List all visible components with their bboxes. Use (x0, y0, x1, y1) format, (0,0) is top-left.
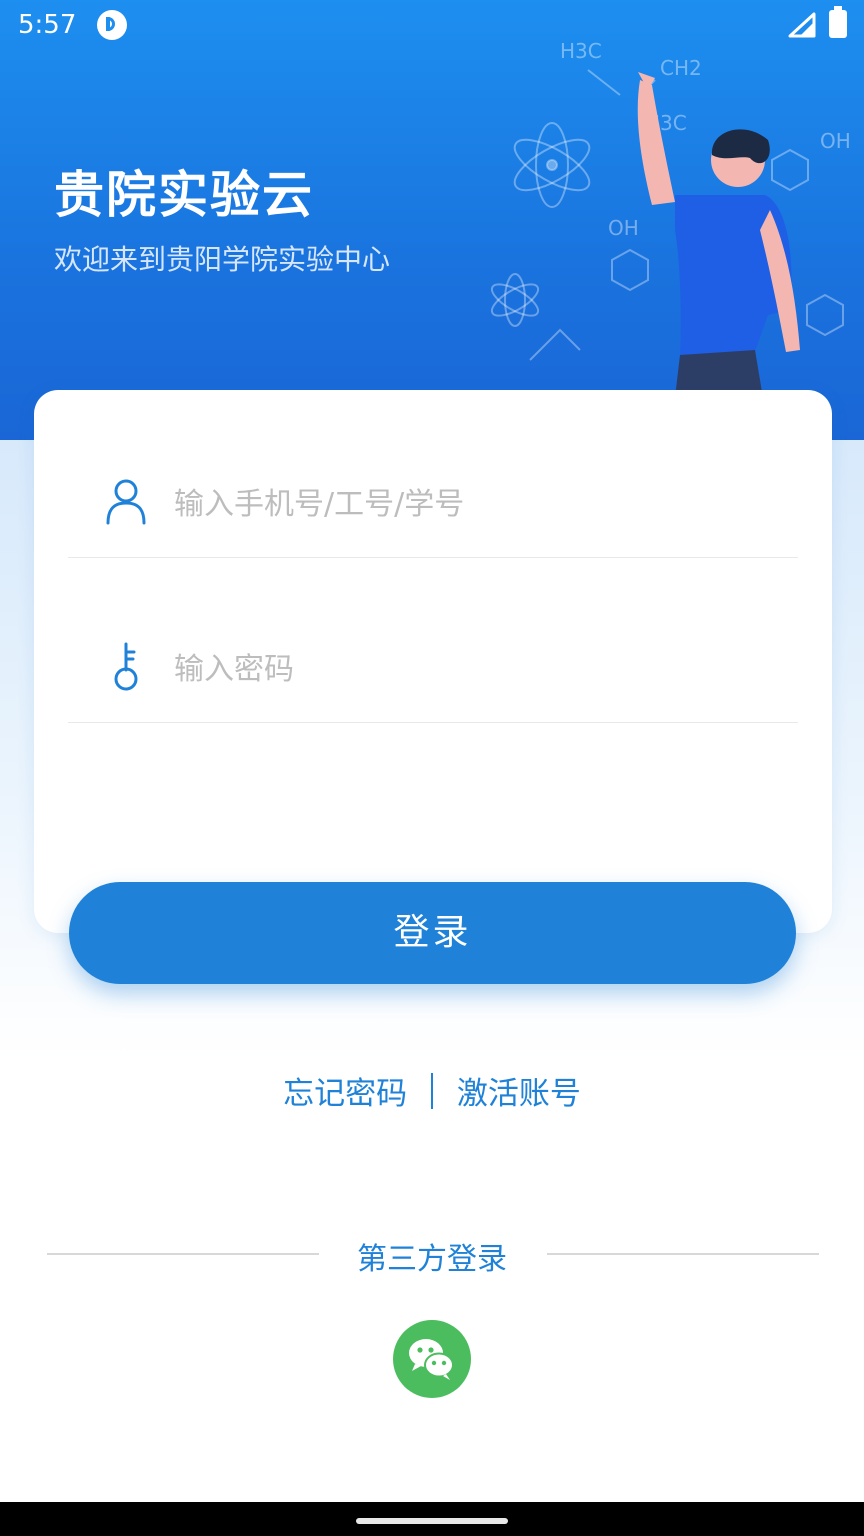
svg-text:H3C: H3C (560, 39, 602, 63)
app-subtitle: 欢迎来到贵阳学院实验中心 (54, 243, 391, 276)
status-time: 5:57 (18, 10, 77, 40)
activate-account-link[interactable]: 激活账号 (457, 1068, 581, 1113)
third-party-label: 第三方登录 (357, 1242, 507, 1277)
link-divider (431, 1072, 433, 1109)
account-field (68, 447, 798, 558)
app-badge-icon (97, 10, 127, 40)
login-button[interactable]: 登录 (69, 882, 796, 984)
divider-right (547, 1253, 819, 1255)
login-card (34, 390, 832, 933)
password-field (68, 612, 798, 723)
wechat-icon (409, 1339, 454, 1380)
svg-text:CH2: CH2 (660, 56, 702, 80)
key-icon (114, 642, 138, 691)
hero-banner: 5:57 贵院实验云 欢迎来到贵阳学院实验中心 H3C CH2 H3C OH O… (0, 0, 864, 440)
home-handle[interactable] (356, 1518, 508, 1524)
forgot-password-link[interactable]: 忘记密码 (283, 1068, 407, 1113)
scientist-illustration: H3C CH2 H3C OH OH (490, 39, 851, 440)
app-title: 贵院实验云 (54, 166, 314, 224)
account-links: 忘记密码 激活账号 (0, 1068, 864, 1113)
user-icon (106, 479, 146, 525)
wechat-login-button[interactable] (393, 1320, 471, 1398)
account-input[interactable] (172, 479, 776, 529)
svg-text:OH: OH (608, 216, 639, 240)
svg-text:OH: OH (820, 129, 851, 153)
navigation-bar (0, 1502, 864, 1536)
third-party-login-header: 第三方登录 (0, 1230, 864, 1280)
password-input[interactable] (172, 644, 776, 694)
